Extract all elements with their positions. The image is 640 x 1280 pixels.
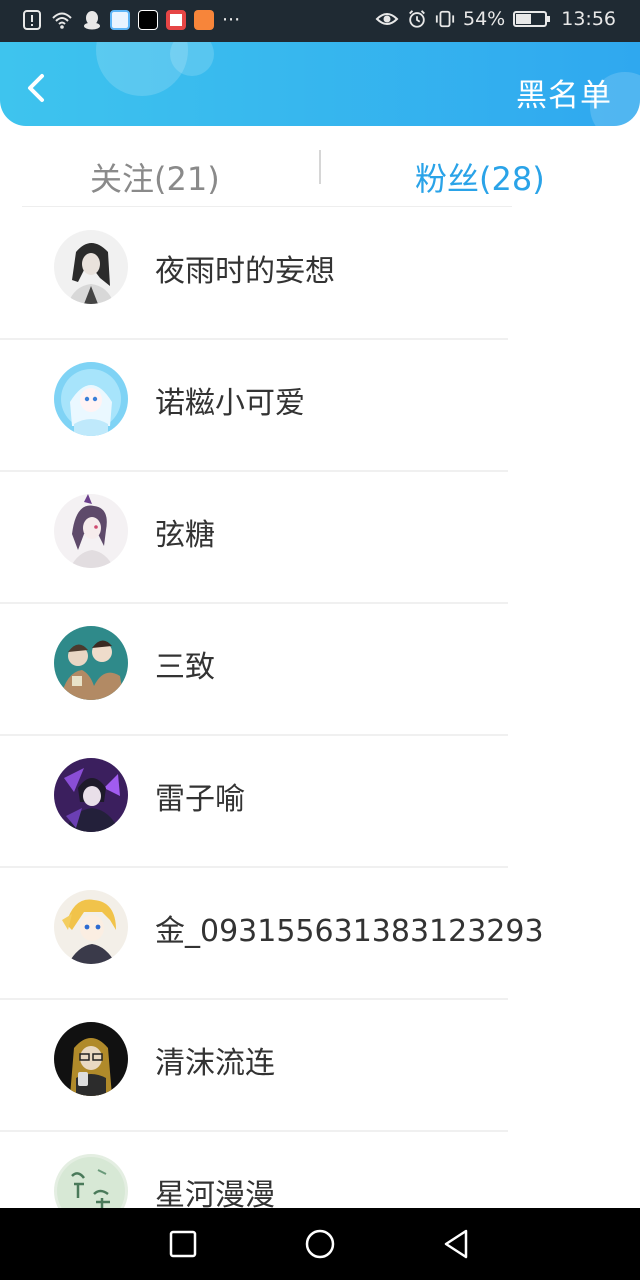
app-blue-icon	[110, 10, 130, 30]
wifi-icon	[52, 12, 72, 29]
status-bar: ··· 54% 13:56	[0, 0, 640, 42]
battery-fill	[516, 14, 532, 24]
tab-underline-divider	[22, 206, 512, 207]
vibrate-icon	[435, 10, 455, 28]
user-name[interactable]: 清沫流连	[155, 1038, 275, 1082]
app-screen: ··· 54% 13:56 黑名单 关注(21) 粉丝(28) 夜雨时的妄想 诺…	[0, 0, 640, 1280]
header-bar: 黑名单	[0, 42, 640, 126]
list-item[interactable]: 金_093155631383123293	[0, 868, 640, 1000]
avatar[interactable]	[54, 494, 128, 568]
user-name[interactable]: 弦糖	[155, 510, 215, 554]
user-name[interactable]: 金_093155631383123293	[155, 906, 544, 950]
recent-apps-icon[interactable]	[165, 1226, 201, 1262]
capcut-icon	[138, 10, 158, 30]
alarm-icon	[409, 10, 425, 28]
list-item[interactable]: 雷子喻	[0, 736, 640, 868]
tab-bar: 关注(21) 粉丝(28)	[0, 126, 640, 208]
user-name[interactable]: 三致	[155, 642, 215, 686]
app-orange-icon	[194, 10, 214, 30]
fans-list: 夜雨时的妄想 诺糍小可爱 弦糖 三致 雷子喻 金_093155631383123…	[0, 208, 640, 1208]
alert-icon	[23, 10, 41, 30]
clock: 13:56	[561, 8, 616, 30]
list-item[interactable]: 星河漫漫	[0, 1132, 640, 1208]
user-name[interactable]: 星河漫漫	[155, 1170, 275, 1208]
status-overflow: ···	[222, 9, 241, 31]
avatar[interactable]	[54, 758, 128, 832]
avatar[interactable]	[54, 1022, 128, 1096]
user-name[interactable]: 雷子喻	[155, 774, 245, 818]
home-icon[interactable]	[302, 1226, 338, 1262]
list-item[interactable]: 诺糍小可爱	[0, 340, 640, 472]
list-item[interactable]: 三致	[0, 604, 640, 736]
tab-fans[interactable]: 粉丝(28)	[415, 154, 545, 200]
list-item[interactable]: 夜雨时的妄想	[0, 208, 640, 340]
tab-divider	[319, 150, 321, 184]
blacklist-button[interactable]: 黑名单	[516, 70, 612, 115]
avatar[interactable]	[54, 362, 128, 436]
user-name[interactable]: 诺糍小可爱	[155, 378, 305, 422]
battery-icon	[513, 11, 551, 27]
back-icon[interactable]	[438, 1226, 474, 1262]
status-bar-right: 54% 13:56	[375, 8, 616, 30]
app-red-icon	[166, 10, 186, 30]
battery-percent: 54%	[463, 8, 506, 30]
avatar[interactable]	[54, 230, 128, 304]
tab-following[interactable]: 关注(21)	[90, 154, 220, 200]
avatar[interactable]	[54, 1154, 128, 1208]
qq-icon	[84, 11, 100, 30]
list-item[interactable]: 清沫流连	[0, 1000, 640, 1132]
avatar[interactable]	[54, 626, 128, 700]
user-name[interactable]: 夜雨时的妄想	[155, 246, 335, 290]
navigation-bar	[0, 1208, 640, 1280]
avatar[interactable]	[54, 890, 128, 964]
chevron-left-icon[interactable]	[18, 68, 54, 108]
eye-icon	[375, 13, 399, 25]
status-bar-left: ···	[22, 9, 240, 31]
list-item[interactable]: 弦糖	[0, 472, 640, 604]
